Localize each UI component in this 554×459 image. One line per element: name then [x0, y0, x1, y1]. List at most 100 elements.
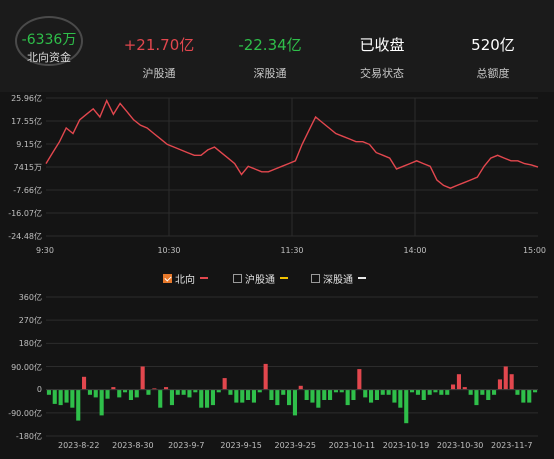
bar-chart-x-tick: 2023-10-19 [382, 441, 430, 450]
legend-label-shenzhen: 深股通 [323, 274, 353, 286]
legend-item-northbound[interactable]: 北向 [163, 271, 208, 286]
bar-chart-y-tick: 90.00亿 [11, 362, 42, 372]
daily-flow-bar [105, 389, 110, 399]
daily-flow-bar [386, 389, 391, 395]
bar-chart-x-tick: 2023-8-30 [112, 441, 154, 450]
daily-flow-bar [93, 389, 98, 398]
daily-flow-bar [64, 389, 69, 403]
daily-flow-bar [158, 389, 163, 408]
daily-flow-bar [486, 389, 491, 400]
daily-flow-bar [316, 389, 321, 408]
legend-line-shanghai [280, 277, 288, 279]
daily-flow-bar [58, 389, 63, 406]
line-chart-x-tick: 15:00 [522, 246, 546, 255]
legend-item-shenzhen[interactable]: 深股通 [311, 271, 366, 286]
chart-legend: 北向 沪股通 深股通 [0, 271, 554, 286]
daily-flow-bar [427, 389, 432, 395]
daily-flow-bar [199, 389, 204, 408]
daily-flow-bar [292, 389, 297, 416]
daily-flow-bar [310, 389, 315, 403]
bar-chart-y-tick: -180亿 [15, 432, 42, 441]
daily-flow-bar [304, 389, 309, 400]
daily-flow-bar [392, 389, 397, 403]
line-chart-y-tick: 7415万 [13, 163, 42, 172]
daily-flow-bar [52, 389, 57, 404]
daily-flow-bar [76, 389, 81, 421]
daily-flow-bar [503, 366, 508, 390]
legend-label-northbound: 北向 [175, 274, 195, 286]
line-chart-y-tick: -24.48亿 [8, 232, 42, 241]
daily-flow-bar [451, 384, 456, 390]
line-chart-x-tick: 9:30 [36, 246, 54, 255]
daily-flow-bar [275, 389, 280, 406]
bar-chart-x-tick: 2023-10-30 [436, 441, 484, 450]
daily-flow-bar [474, 389, 479, 406]
daily-flow-bar [146, 389, 151, 395]
daily-flow-bar [210, 389, 215, 406]
daily-flow-bar [398, 389, 403, 408]
legend-checkbox-shanghai[interactable] [233, 273, 242, 283]
daily-flow-bar [439, 389, 444, 395]
daily-flow-bar [222, 378, 227, 390]
daily-flow-bar [251, 389, 256, 403]
daily-flow-bar [175, 389, 180, 395]
daily-flow-bar [380, 389, 385, 395]
daily-flow-bar [527, 389, 532, 403]
daily-flow-bar [404, 389, 409, 424]
daily-flow-bar [205, 389, 210, 408]
daily-flow-bar [480, 389, 485, 395]
daily-flow-bar [134, 389, 139, 398]
daily-flow-bar [46, 389, 51, 395]
daily-flow-bar [281, 389, 286, 395]
bar-chart-x-tick: 2023-9-7 [168, 441, 205, 450]
line-chart-y-tick: 17.55亿 [11, 117, 42, 126]
daily-flow-bar [322, 389, 327, 400]
line-chart-y-tick: 25.96亿 [11, 94, 42, 103]
daily-flow-bar [246, 389, 251, 400]
daily-flow-bar [181, 389, 186, 395]
daily-flow-bar [228, 389, 233, 395]
daily-flow-bar [456, 374, 461, 390]
daily-flow-bar [363, 389, 368, 398]
daily-flow-bar [99, 389, 104, 416]
daily-flow-bar [415, 389, 420, 395]
legend-label-shanghai: 沪股通 [245, 274, 275, 286]
bar-chart-x-tick: 2023-8-22 [58, 441, 100, 450]
daily-flow-bar [87, 389, 92, 395]
bar-chart-x-tick: 2023-9-25 [274, 441, 316, 450]
legend-line-northbound [200, 277, 208, 279]
daily-flow-bar [234, 389, 239, 403]
chart-canvas [45, 97, 539, 437]
daily-flow-bar [240, 389, 245, 403]
daily-flow-bar [269, 389, 274, 400]
legend-item-shanghai[interactable]: 沪股通 [233, 271, 288, 286]
daily-flow-bar [298, 385, 303, 390]
daily-flow-bar [497, 379, 502, 390]
daily-flow-bar [421, 389, 426, 400]
daily-flow-bar [445, 389, 450, 395]
daily-flow-bar [140, 366, 145, 390]
daily-flow-bar [515, 389, 520, 395]
line-chart-y-tick: 9.15亿 [16, 139, 42, 149]
bar-chart-y-tick: 180亿 [18, 339, 42, 349]
daily-flow-bar [128, 389, 133, 400]
daily-flow-bar [374, 389, 379, 400]
line-chart-y-tick: -7.66亿 [13, 185, 42, 195]
legend-checkbox-shenzhen[interactable] [311, 273, 320, 283]
bar-chart-x-tick: 2023-9-15 [220, 441, 262, 450]
daily-flow-bar [263, 363, 268, 390]
daily-flow-bar [369, 389, 374, 403]
bar-chart-y-tick: 270亿 [18, 316, 42, 326]
line-chart-x-tick: 14:00 [403, 246, 427, 255]
daily-flow-bar [169, 389, 174, 406]
daily-flow-bar [521, 389, 526, 403]
daily-flow-bar [509, 374, 514, 390]
daily-flow-bar [468, 389, 473, 395]
legend-checkbox-northbound[interactable] [163, 273, 172, 283]
bar-chart-y-tick: -90.00亿 [8, 408, 42, 418]
bar-chart-y-tick: 360亿 [18, 293, 42, 302]
bar-chart-x-tick: 2023-11-7 [491, 441, 533, 450]
daily-flow-bar [345, 389, 350, 406]
daily-flow-bar [82, 376, 87, 390]
daily-flow-bar [492, 389, 497, 395]
